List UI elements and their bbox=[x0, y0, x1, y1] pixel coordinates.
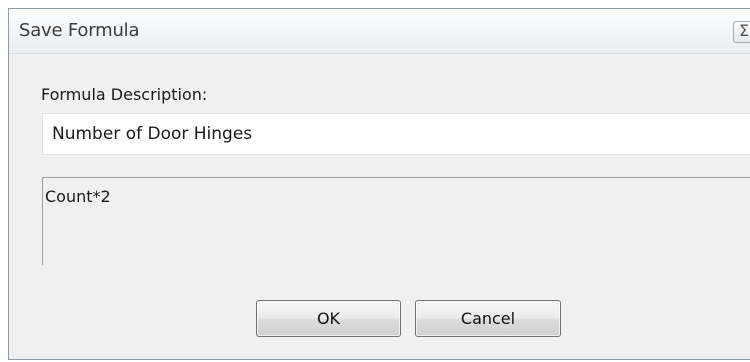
title-bar[interactable]: Save Formula Σ bbox=[9, 9, 750, 54]
formula-description-label: Formula Description: bbox=[41, 85, 208, 104]
formula-text-area[interactable]: Count*2 bbox=[42, 177, 750, 265]
formula-text: Count*2 bbox=[45, 187, 111, 206]
close-button[interactable]: Σ bbox=[733, 21, 750, 43]
save-formula-dialog: Save Formula Σ Formula Description: Coun… bbox=[8, 8, 750, 360]
dialog-title: Save Formula bbox=[19, 20, 140, 41]
formula-description-input[interactable] bbox=[42, 113, 750, 155]
ok-button[interactable]: OK bbox=[256, 300, 401, 337]
close-icon: Σ bbox=[739, 21, 750, 40]
cancel-button[interactable]: Cancel bbox=[415, 300, 561, 337]
